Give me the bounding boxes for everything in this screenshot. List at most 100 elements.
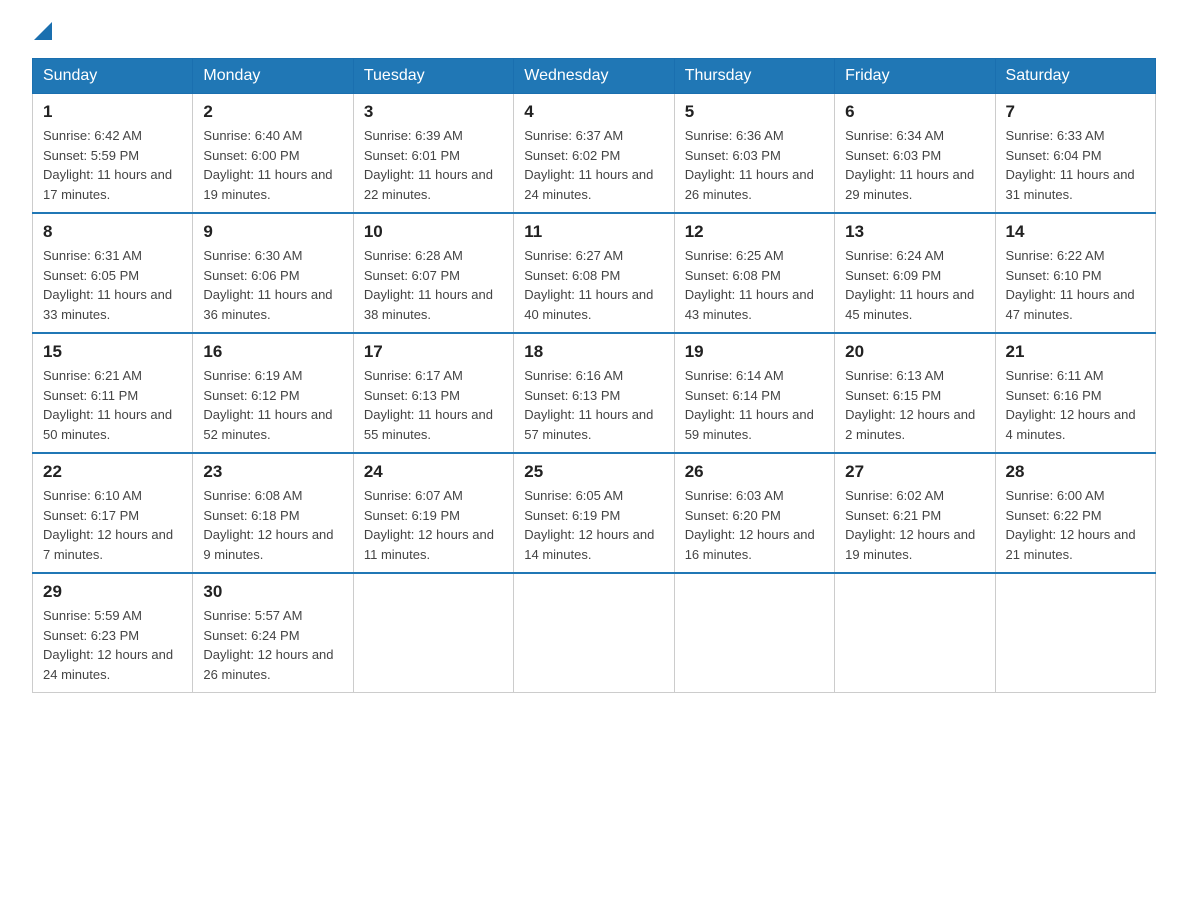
day-cell: 10 Sunrise: 6:28 AM Sunset: 6:07 PM Dayl…	[353, 213, 513, 333]
day-info: Sunrise: 6:00 AM Sunset: 6:22 PM Dayligh…	[1006, 486, 1145, 564]
day-number: 26	[685, 462, 824, 482]
day-info: Sunrise: 6:39 AM Sunset: 6:01 PM Dayligh…	[364, 126, 503, 204]
day-number: 11	[524, 222, 663, 242]
day-info: Sunrise: 6:03 AM Sunset: 6:20 PM Dayligh…	[685, 486, 824, 564]
day-info: Sunrise: 6:07 AM Sunset: 6:19 PM Dayligh…	[364, 486, 503, 564]
day-info: Sunrise: 6:24 AM Sunset: 6:09 PM Dayligh…	[845, 246, 984, 324]
day-number: 18	[524, 342, 663, 362]
day-cell: 22 Sunrise: 6:10 AM Sunset: 6:17 PM Dayl…	[33, 453, 193, 573]
day-number: 24	[364, 462, 503, 482]
day-cell: 16 Sunrise: 6:19 AM Sunset: 6:12 PM Dayl…	[193, 333, 353, 453]
day-info: Sunrise: 6:40 AM Sunset: 6:00 PM Dayligh…	[203, 126, 342, 204]
day-info: Sunrise: 5:57 AM Sunset: 6:24 PM Dayligh…	[203, 606, 342, 684]
day-cell	[995, 573, 1155, 693]
day-cell: 30 Sunrise: 5:57 AM Sunset: 6:24 PM Dayl…	[193, 573, 353, 693]
day-info: Sunrise: 6:33 AM Sunset: 6:04 PM Dayligh…	[1006, 126, 1145, 204]
day-number: 10	[364, 222, 503, 242]
day-cell: 28 Sunrise: 6:00 AM Sunset: 6:22 PM Dayl…	[995, 453, 1155, 573]
header-row: SundayMondayTuesdayWednesdayThursdayFrid…	[33, 59, 1156, 94]
day-number: 6	[845, 102, 984, 122]
day-number: 27	[845, 462, 984, 482]
day-number: 14	[1006, 222, 1145, 242]
day-number: 5	[685, 102, 824, 122]
header-thursday: Thursday	[674, 59, 834, 94]
day-cell: 14 Sunrise: 6:22 AM Sunset: 6:10 PM Dayl…	[995, 213, 1155, 333]
day-cell: 2 Sunrise: 6:40 AM Sunset: 6:00 PM Dayli…	[193, 94, 353, 214]
day-number: 8	[43, 222, 182, 242]
day-cell: 23 Sunrise: 6:08 AM Sunset: 6:18 PM Dayl…	[193, 453, 353, 573]
day-cell: 25 Sunrise: 6:05 AM Sunset: 6:19 PM Dayl…	[514, 453, 674, 573]
day-info: Sunrise: 6:13 AM Sunset: 6:15 PM Dayligh…	[845, 366, 984, 444]
logo-triangle-icon	[34, 22, 52, 40]
day-info: Sunrise: 6:08 AM Sunset: 6:18 PM Dayligh…	[203, 486, 342, 564]
day-cell: 6 Sunrise: 6:34 AM Sunset: 6:03 PM Dayli…	[835, 94, 995, 214]
day-info: Sunrise: 6:19 AM Sunset: 6:12 PM Dayligh…	[203, 366, 342, 444]
day-cell: 13 Sunrise: 6:24 AM Sunset: 6:09 PM Dayl…	[835, 213, 995, 333]
day-number: 25	[524, 462, 663, 482]
day-info: Sunrise: 6:21 AM Sunset: 6:11 PM Dayligh…	[43, 366, 182, 444]
day-info: Sunrise: 6:14 AM Sunset: 6:14 PM Dayligh…	[685, 366, 824, 444]
day-number: 17	[364, 342, 503, 362]
day-cell: 5 Sunrise: 6:36 AM Sunset: 6:03 PM Dayli…	[674, 94, 834, 214]
day-cell: 27 Sunrise: 6:02 AM Sunset: 6:21 PM Dayl…	[835, 453, 995, 573]
day-number: 29	[43, 582, 182, 602]
day-cell: 15 Sunrise: 6:21 AM Sunset: 6:11 PM Dayl…	[33, 333, 193, 453]
day-cell: 18 Sunrise: 6:16 AM Sunset: 6:13 PM Dayl…	[514, 333, 674, 453]
calendar-table: SundayMondayTuesdayWednesdayThursdayFrid…	[32, 58, 1156, 693]
day-info: Sunrise: 6:22 AM Sunset: 6:10 PM Dayligh…	[1006, 246, 1145, 324]
day-cell: 29 Sunrise: 5:59 AM Sunset: 6:23 PM Dayl…	[33, 573, 193, 693]
day-cell	[514, 573, 674, 693]
day-number: 22	[43, 462, 182, 482]
week-row-1: 1 Sunrise: 6:42 AM Sunset: 5:59 PM Dayli…	[33, 94, 1156, 214]
day-cell	[835, 573, 995, 693]
header-saturday: Saturday	[995, 59, 1155, 94]
day-cell: 7 Sunrise: 6:33 AM Sunset: 6:04 PM Dayli…	[995, 94, 1155, 214]
day-cell: 26 Sunrise: 6:03 AM Sunset: 6:20 PM Dayl…	[674, 453, 834, 573]
day-cell: 21 Sunrise: 6:11 AM Sunset: 6:16 PM Dayl…	[995, 333, 1155, 453]
day-info: Sunrise: 6:11 AM Sunset: 6:16 PM Dayligh…	[1006, 366, 1145, 444]
day-number: 28	[1006, 462, 1145, 482]
day-number: 12	[685, 222, 824, 242]
day-number: 4	[524, 102, 663, 122]
header-friday: Friday	[835, 59, 995, 94]
day-cell: 3 Sunrise: 6:39 AM Sunset: 6:01 PM Dayli…	[353, 94, 513, 214]
week-row-3: 15 Sunrise: 6:21 AM Sunset: 6:11 PM Dayl…	[33, 333, 1156, 453]
day-info: Sunrise: 6:16 AM Sunset: 6:13 PM Dayligh…	[524, 366, 663, 444]
day-number: 7	[1006, 102, 1145, 122]
day-info: Sunrise: 6:36 AM Sunset: 6:03 PM Dayligh…	[685, 126, 824, 204]
day-cell	[353, 573, 513, 693]
day-number: 16	[203, 342, 342, 362]
day-info: Sunrise: 6:37 AM Sunset: 6:02 PM Dayligh…	[524, 126, 663, 204]
day-info: Sunrise: 6:28 AM Sunset: 6:07 PM Dayligh…	[364, 246, 503, 324]
week-row-2: 8 Sunrise: 6:31 AM Sunset: 6:05 PM Dayli…	[33, 213, 1156, 333]
day-info: Sunrise: 6:30 AM Sunset: 6:06 PM Dayligh…	[203, 246, 342, 324]
day-cell: 1 Sunrise: 6:42 AM Sunset: 5:59 PM Dayli…	[33, 94, 193, 214]
day-number: 21	[1006, 342, 1145, 362]
header-wednesday: Wednesday	[514, 59, 674, 94]
day-number: 2	[203, 102, 342, 122]
day-info: Sunrise: 6:05 AM Sunset: 6:19 PM Dayligh…	[524, 486, 663, 564]
week-row-5: 29 Sunrise: 5:59 AM Sunset: 6:23 PM Dayl…	[33, 573, 1156, 693]
day-cell	[674, 573, 834, 693]
day-number: 13	[845, 222, 984, 242]
day-info: Sunrise: 6:42 AM Sunset: 5:59 PM Dayligh…	[43, 126, 182, 204]
day-number: 15	[43, 342, 182, 362]
day-info: Sunrise: 6:02 AM Sunset: 6:21 PM Dayligh…	[845, 486, 984, 564]
day-cell: 4 Sunrise: 6:37 AM Sunset: 6:02 PM Dayli…	[514, 94, 674, 214]
day-number: 1	[43, 102, 182, 122]
day-info: Sunrise: 6:27 AM Sunset: 6:08 PM Dayligh…	[524, 246, 663, 324]
day-info: Sunrise: 6:17 AM Sunset: 6:13 PM Dayligh…	[364, 366, 503, 444]
day-cell: 11 Sunrise: 6:27 AM Sunset: 6:08 PM Dayl…	[514, 213, 674, 333]
day-info: Sunrise: 6:25 AM Sunset: 6:08 PM Dayligh…	[685, 246, 824, 324]
day-cell: 17 Sunrise: 6:17 AM Sunset: 6:13 PM Dayl…	[353, 333, 513, 453]
week-row-4: 22 Sunrise: 6:10 AM Sunset: 6:17 PM Dayl…	[33, 453, 1156, 573]
day-info: Sunrise: 6:34 AM Sunset: 6:03 PM Dayligh…	[845, 126, 984, 204]
day-number: 20	[845, 342, 984, 362]
logo	[32, 24, 52, 40]
day-number: 19	[685, 342, 824, 362]
day-info: Sunrise: 5:59 AM Sunset: 6:23 PM Dayligh…	[43, 606, 182, 684]
header-sunday: Sunday	[33, 59, 193, 94]
day-number: 30	[203, 582, 342, 602]
day-cell: 19 Sunrise: 6:14 AM Sunset: 6:14 PM Dayl…	[674, 333, 834, 453]
day-number: 23	[203, 462, 342, 482]
